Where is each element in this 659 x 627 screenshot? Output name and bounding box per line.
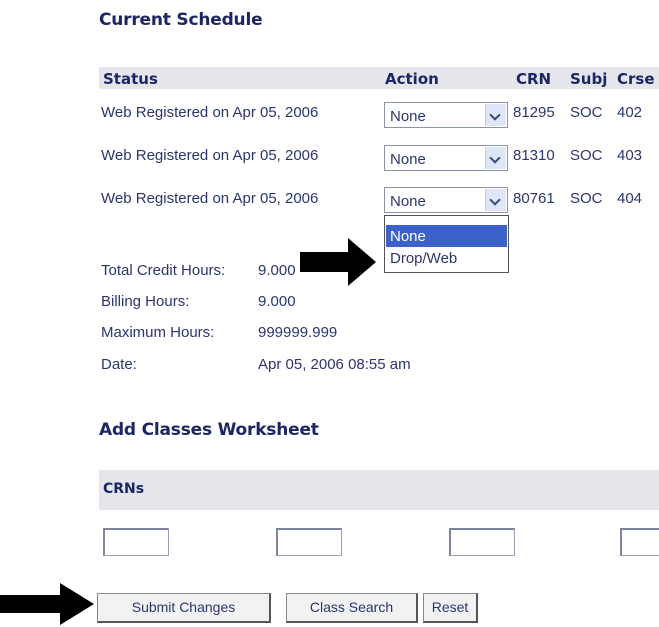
maximum-hours-value: 999999.999 bbox=[258, 324, 338, 341]
crns-header: CRNs bbox=[99, 470, 659, 510]
action-select[interactable]: None bbox=[384, 145, 508, 171]
action-dropdown-list: None Drop/Web bbox=[384, 215, 509, 273]
arrow-right-icon bbox=[300, 238, 376, 286]
total-credit-value: 9.000 bbox=[258, 262, 296, 279]
chevron-down-icon[interactable] bbox=[485, 147, 506, 169]
current-schedule-title: Current Schedule bbox=[99, 10, 263, 30]
row-status: Web Registered on Apr 05, 2006 bbox=[101, 104, 319, 121]
action-select-value: None bbox=[390, 108, 426, 125]
row-subj: SOC bbox=[570, 104, 603, 121]
row-crse: 402 bbox=[617, 104, 643, 121]
crn-input[interactable] bbox=[103, 528, 169, 556]
row-status: Web Registered on Apr 05, 2006 bbox=[101, 147, 319, 164]
submit-changes-button[interactable]: Submit Changes bbox=[97, 593, 271, 623]
row-subj: SOC bbox=[570, 190, 603, 207]
reset-button[interactable]: Reset bbox=[423, 593, 478, 623]
add-classes-title: Add Classes Worksheet bbox=[99, 420, 319, 440]
date-value: Apr 05, 2006 08:55 am bbox=[258, 356, 411, 373]
crn-input[interactable] bbox=[276, 528, 342, 556]
dropdown-option-drop-web[interactable]: Drop/Web bbox=[386, 247, 507, 269]
crns-label: CRNs bbox=[103, 481, 145, 497]
billing-hours-value: 9.000 bbox=[258, 293, 296, 310]
header-crse: Crse bbox=[617, 70, 655, 88]
chevron-down-icon[interactable] bbox=[485, 104, 506, 126]
class-search-button[interactable]: Class Search bbox=[286, 593, 418, 623]
row-crn: 81310 bbox=[513, 147, 555, 164]
total-credit-label: Total Credit Hours: bbox=[101, 262, 226, 279]
header-action: Action bbox=[385, 70, 439, 88]
row-status: Web Registered on Apr 05, 2006 bbox=[101, 190, 319, 207]
maximum-hours-label: Maximum Hours: bbox=[101, 324, 215, 341]
row-crse: 403 bbox=[617, 147, 643, 164]
header-crn: CRN bbox=[516, 70, 552, 88]
action-select-value: None bbox=[390, 151, 426, 168]
date-label: Date: bbox=[101, 356, 137, 373]
action-select[interactable]: None bbox=[384, 102, 508, 128]
billing-hours-label: Billing Hours: bbox=[101, 293, 190, 310]
row-subj: SOC bbox=[570, 147, 603, 164]
schedule-header-row: Status Action CRN Subj Crse bbox=[99, 67, 659, 89]
action-select-value: None bbox=[390, 193, 426, 210]
crn-input[interactable] bbox=[449, 528, 515, 556]
action-select[interactable]: None bbox=[384, 187, 508, 213]
row-crn: 80761 bbox=[513, 190, 555, 207]
chevron-down-icon[interactable] bbox=[485, 189, 506, 211]
arrow-right-icon bbox=[0, 583, 94, 625]
crn-input[interactable] bbox=[620, 528, 659, 556]
row-crse: 404 bbox=[617, 190, 643, 207]
header-subj: Subj bbox=[570, 70, 608, 88]
row-crn: 81295 bbox=[513, 104, 555, 121]
dropdown-option-none[interactable]: None bbox=[386, 225, 507, 247]
header-status: Status bbox=[103, 70, 158, 88]
